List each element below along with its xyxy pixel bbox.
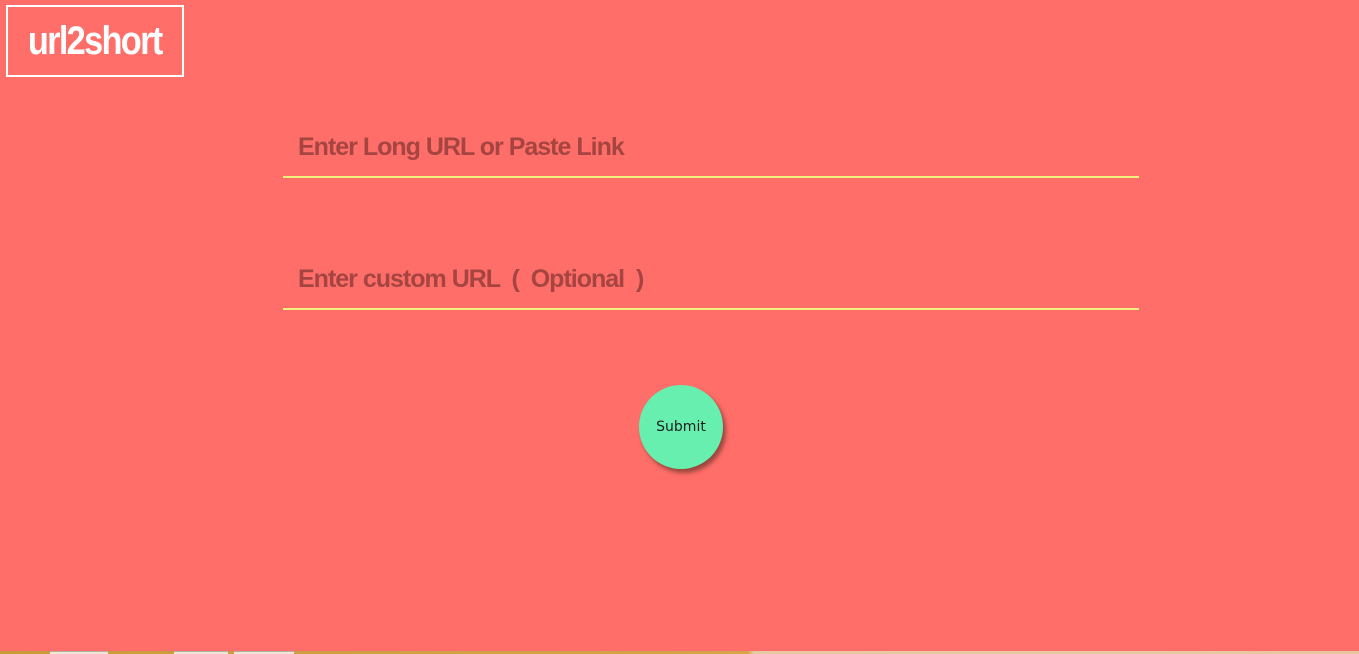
site-logo-text: url2short [28, 18, 163, 63]
long-url-field [283, 118, 1139, 178]
custom-url-input[interactable] [283, 250, 1139, 308]
submit-button[interactable]: Submit [639, 385, 723, 469]
long-url-input[interactable] [283, 118, 1139, 176]
site-logo[interactable]: url2short [6, 5, 184, 77]
custom-url-field [283, 250, 1139, 310]
